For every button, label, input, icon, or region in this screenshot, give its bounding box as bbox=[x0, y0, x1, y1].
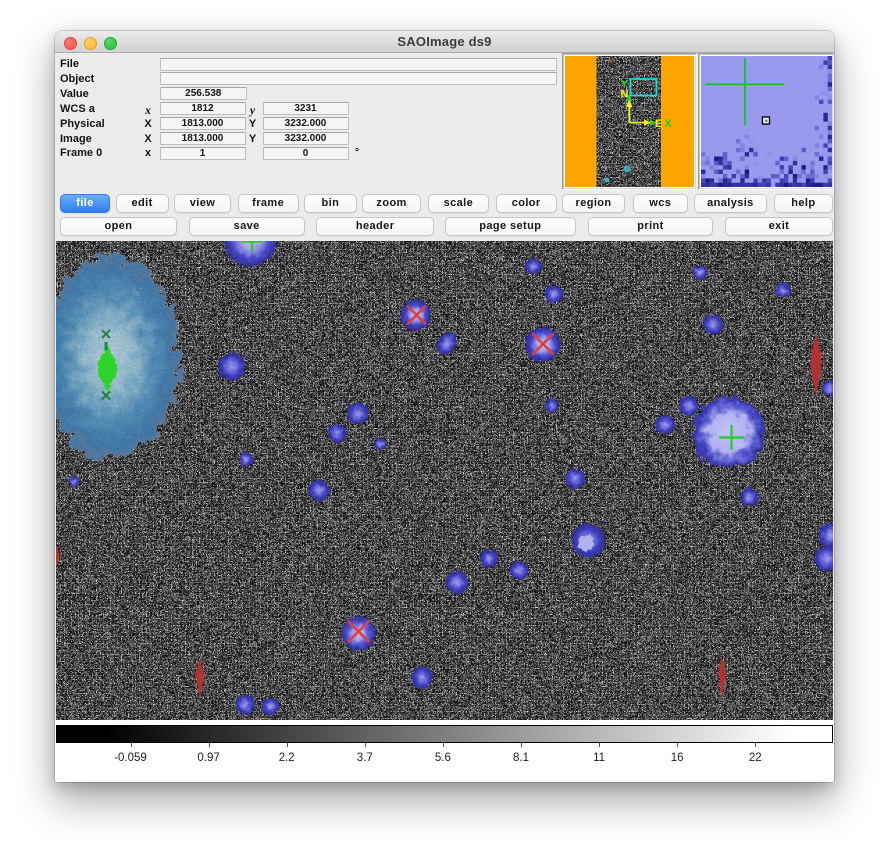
svg-text:X: X bbox=[665, 118, 673, 130]
svg-text:N: N bbox=[621, 89, 629, 101]
svg-text:E: E bbox=[655, 118, 662, 130]
